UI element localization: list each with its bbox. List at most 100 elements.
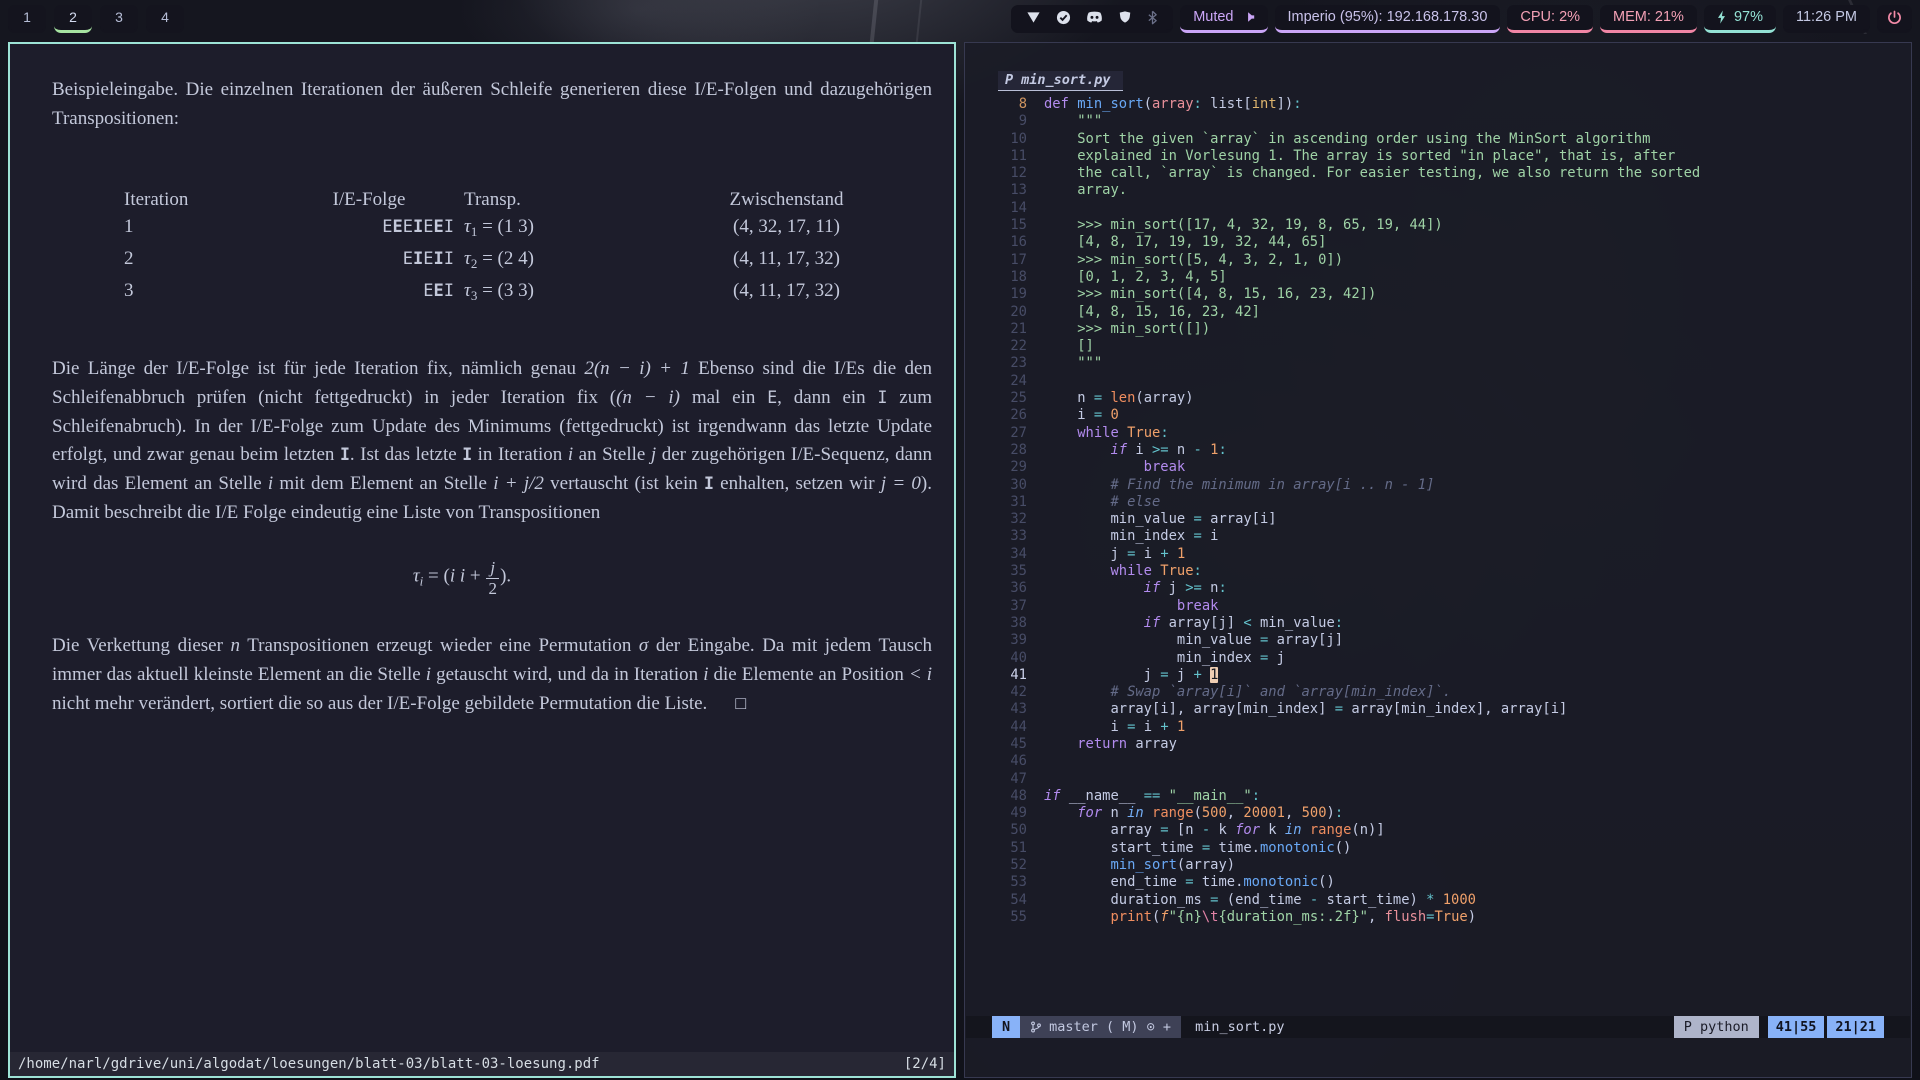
pdf-table-cell: 1 — [124, 213, 274, 245]
line-number: 35 — [965, 563, 1044, 580]
code-text — [1044, 373, 1052, 390]
line-number: 42 — [965, 684, 1044, 701]
code-area[interactable]: 8def min_sort(array: list[int]):9 """10 … — [965, 96, 1911, 926]
git-segment[interactable]: master ( M) ⊙ + — [1020, 1016, 1181, 1038]
shield-icon[interactable] — [1118, 10, 1132, 24]
cpu-module[interactable]: CPU: 2% — [1507, 5, 1593, 33]
code-line[interactable]: 12 the call, `array` is changed. For eas… — [965, 165, 1911, 182]
code-line[interactable]: 36 if j >= n: — [965, 580, 1911, 597]
code-line[interactable]: 30 # Find the minimum in array[i .. n - … — [965, 477, 1911, 494]
pdf-table-cell: τ2 = (2 4) — [464, 245, 659, 277]
code-text: the call, `array` is changed. For easier… — [1044, 165, 1700, 182]
code-line[interactable]: 50 array = [n - k for k in range(n)] — [965, 822, 1911, 839]
code-line[interactable]: 43 array[i], array[min_index] = array[mi… — [965, 701, 1911, 718]
bluetooth-icon[interactable] — [1147, 10, 1158, 25]
line-number: 28 — [965, 442, 1044, 459]
code-line[interactable]: 53 end_time = time.monotonic() — [965, 874, 1911, 891]
funnel-icon[interactable] — [1026, 10, 1041, 25]
code-line[interactable]: 37 break — [965, 598, 1911, 615]
line-number: 24 — [965, 373, 1044, 390]
code-line[interactable]: 24 — [965, 373, 1911, 390]
code-text: """ — [1044, 355, 1102, 372]
code-line[interactable]: 28 if i >= n - 1: — [965, 442, 1911, 459]
code-line[interactable]: 54 duration_ms = (end_time - start_time)… — [965, 892, 1911, 909]
line-number: 43 — [965, 701, 1044, 718]
code-line[interactable]: 13 array. — [965, 182, 1911, 199]
pdf-table-header-cell: Iteration — [124, 186, 274, 213]
discord-icon[interactable] — [1086, 10, 1103, 24]
workspace-button-3[interactable]: 3 — [100, 5, 138, 33]
line-number: 32 — [965, 511, 1044, 528]
code-line[interactable]: 48if __name__ == "__main__": — [965, 788, 1911, 805]
line-number: 50 — [965, 822, 1044, 839]
code-line[interactable]: 16 [4, 8, 17, 19, 19, 32, 44, 65] — [965, 234, 1911, 251]
code-line[interactable]: 39 min_value = array[j] — [965, 632, 1911, 649]
code-line[interactable]: 10 Sort the given `array` in ascending o… — [965, 131, 1911, 148]
code-line[interactable]: 25 n = len(array) — [965, 390, 1911, 407]
workspace-button-2[interactable]: 2 — [54, 5, 92, 33]
code-text: >>> min_sort([4, 8, 15, 16, 23, 42]) — [1044, 286, 1376, 303]
code-line[interactable]: 27 while True: — [965, 425, 1911, 442]
battery-module[interactable]: 97% — [1704, 5, 1776, 33]
code-text: >>> min_sort([]) — [1044, 321, 1210, 338]
code-line[interactable]: 34 j = i + 1 — [965, 546, 1911, 563]
code-line[interactable]: 9 """ — [965, 113, 1911, 130]
code-line[interactable]: 46 — [965, 753, 1911, 770]
code-line[interactable]: 18 [0, 1, 2, 3, 4, 5] — [965, 269, 1911, 286]
code-line[interactable]: 21 >>> min_sort([]) — [965, 321, 1911, 338]
code-line[interactable]: 17 >>> min_sort([5, 4, 3, 2, 1, 0]) — [965, 252, 1911, 269]
code-line[interactable]: 47 — [965, 771, 1911, 788]
code-line[interactable]: 20 [4, 8, 15, 16, 23, 42] — [965, 304, 1911, 321]
workspace-button-1[interactable]: 1 — [8, 5, 46, 33]
pdf-table: IterationI/E-FolgeTransp.Zwischenstand1E… — [124, 186, 932, 309]
code-line[interactable]: 33 min_index = i — [965, 528, 1911, 545]
code-line[interactable]: 26 i = 0 — [965, 407, 1911, 424]
code-line[interactable]: 8def min_sort(array: list[int]): — [965, 96, 1911, 113]
code-line[interactable]: 52 min_sort(array) — [965, 857, 1911, 874]
workspace-button-4[interactable]: 4 — [146, 5, 184, 33]
code-line[interactable]: 15 >>> min_sort([17, 4, 32, 19, 8, 65, 1… — [965, 217, 1911, 234]
code-text — [1044, 200, 1052, 217]
pdf-page-indicator: [2/4] — [904, 1056, 946, 1072]
formula: τi = (i i + j2). — [52, 558, 872, 598]
code-line[interactable]: 45 return array — [965, 736, 1911, 753]
code-line[interactable]: 40 min_index = j — [965, 650, 1911, 667]
line-number: 55 — [965, 909, 1044, 926]
mute-module[interactable]: Muted — [1180, 5, 1267, 33]
code-text: [4, 8, 17, 19, 19, 32, 44, 65] — [1044, 234, 1326, 251]
line-number: 21 — [965, 321, 1044, 338]
check-circle-icon[interactable] — [1056, 10, 1071, 25]
code-line[interactable]: 11 explained in Vorlesung 1. The array i… — [965, 148, 1911, 165]
vpn-module[interactable]: Imperio (95%): 192.168.178.30 — [1275, 5, 1501, 33]
code-line[interactable]: 23 """ — [965, 355, 1911, 372]
line-number: 17 — [965, 252, 1044, 269]
line-number: 49 — [965, 805, 1044, 822]
pdf-viewer-window[interactable]: Beispieleingabe. Die einzelnen Iteration… — [8, 42, 956, 1078]
code-line[interactable]: 42 # Swap `array[i]` and `array[min_inde… — [965, 684, 1911, 701]
code-line[interactable]: 31 # else — [965, 494, 1911, 511]
code-line[interactable]: 55 print(f"{n}\t{duration_ms:.2f}", flus… — [965, 909, 1911, 926]
code-line[interactable]: 51 start_time = time.monotonic() — [965, 840, 1911, 857]
code-line[interactable]: 14 — [965, 200, 1911, 217]
editor-window[interactable]: P min_sort.py 8def min_sort(array: list[… — [964, 42, 1912, 1078]
memory-module[interactable]: MEM: 21% — [1600, 5, 1697, 33]
code-line[interactable]: 44 i = i + 1 — [965, 719, 1911, 736]
line-number: 26 — [965, 407, 1044, 424]
code-line[interactable]: 38 if array[j] < min_value: — [965, 615, 1911, 632]
code-line[interactable]: 41 j = j + 1 — [965, 667, 1911, 684]
line-number: 10 — [965, 131, 1044, 148]
power-button[interactable] — [1877, 5, 1912, 33]
code-line[interactable]: 29 break — [965, 459, 1911, 476]
code-line[interactable]: 49 for n in range(500, 20001, 500): — [965, 805, 1911, 822]
code-line[interactable]: 32 min_value = array[i] — [965, 511, 1911, 528]
pdf-page: Beispieleingabe. Die einzelnen Iteration… — [10, 44, 954, 1052]
line-number: 29 — [965, 459, 1044, 476]
code-line[interactable]: 19 >>> min_sort([4, 8, 15, 16, 23, 42]) — [965, 286, 1911, 303]
code-text: [4, 8, 15, 16, 23, 42] — [1044, 304, 1260, 321]
winbar[interactable]: P min_sort.py — [998, 71, 1123, 91]
code-line[interactable]: 35 while True: — [965, 563, 1911, 580]
code-line[interactable]: 22 [] — [965, 338, 1911, 355]
clock-module[interactable]: 11:26 PM — [1783, 5, 1870, 33]
code-text: # else — [1044, 494, 1160, 511]
vpn-label: Imperio (95%): 192.168.178.30 — [1288, 9, 1488, 25]
